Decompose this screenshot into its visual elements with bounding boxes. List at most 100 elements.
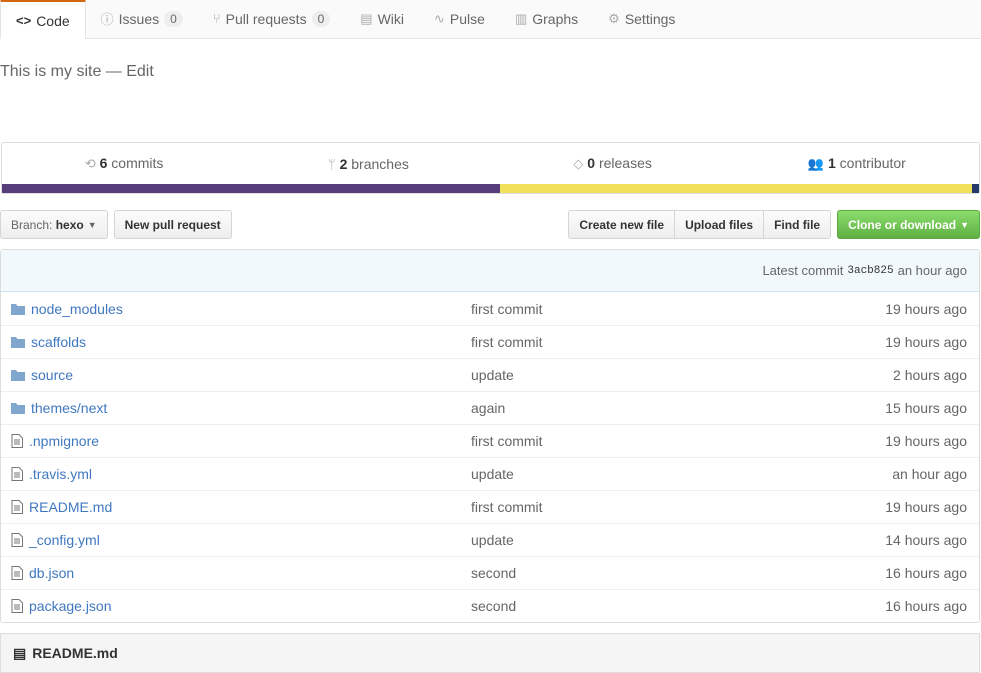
folder-icon	[11, 337, 25, 348]
branch-icon: ᛘ	[327, 156, 336, 172]
commit-message-link[interactable]: update	[471, 532, 514, 548]
commit-sha-link[interactable]: 3acb825	[847, 265, 893, 277]
file-row: db.json second 16 hours ago	[1, 556, 979, 589]
file-icon	[11, 566, 23, 580]
file-link[interactable]: db.json	[29, 565, 74, 581]
file-row: source update 2 hours ago	[1, 358, 979, 391]
tab-settings[interactable]: ⚙ Settings	[593, 0, 690, 38]
folder-icon	[11, 403, 25, 414]
commit-message-link[interactable]: first commit	[471, 433, 543, 449]
language-segment[interactable]	[500, 184, 973, 193]
stat-contributor[interactable]: 👥 1 contributor	[735, 155, 979, 172]
tab-wiki[interactable]: ▤ Wiki	[345, 0, 419, 38]
repo-nav: <> Code ⓘ Issues 0 ⑂ Pull requests 0 ▤ Wiki ∿ Pulse…	[0, 0, 981, 39]
tab-counter: 0	[164, 10, 183, 27]
commit-message-link[interactable]: first commit	[471, 301, 543, 317]
file-age: 14 hours ago	[885, 532, 967, 548]
people-icon: 👥	[807, 156, 825, 171]
file-age: 16 hours ago	[885, 598, 967, 614]
issue-icon: ⓘ	[100, 12, 114, 27]
commit-message-link[interactable]: second	[471, 598, 516, 614]
commit-message-link[interactable]: second	[471, 565, 516, 581]
file-link[interactable]: node_modules	[31, 301, 123, 317]
commit-age: an hour ago	[897, 263, 967, 278]
stat-label: releases	[595, 155, 652, 171]
code-icon: <>	[16, 13, 32, 28]
file-row: scaffolds first commit 19 hours ago	[1, 325, 979, 358]
commit-prefix: Latest commit	[762, 263, 844, 278]
repo-stats: ⟲ 6 commits ᛘ 2 branches ◇ 0 releases 👥 1 c…	[1, 142, 980, 194]
file-link[interactable]: .travis.yml	[29, 466, 92, 482]
book-icon: ▤	[360, 10, 373, 26]
file-link[interactable]: package.json	[29, 598, 112, 614]
commit-message-link[interactable]: again	[471, 400, 505, 416]
commit-message-link[interactable]: update	[471, 466, 514, 482]
readme-header: ▤ README.md	[0, 633, 980, 673]
tab-label: Settings	[624, 10, 676, 27]
caret-down-icon: ▼	[87, 219, 97, 230]
pull-request-icon: ⑂	[212, 11, 221, 26]
graph-icon: ▥	[514, 10, 528, 26]
find-file-button[interactable]: Find file	[763, 210, 832, 239]
tab-label: Wiki	[377, 10, 404, 27]
language-bar[interactable]	[2, 184, 979, 193]
create-new-file-button[interactable]: Create new file	[568, 210, 676, 239]
commit-message-link[interactable]: first commit	[471, 334, 543, 350]
commit-message-link[interactable]: first commit	[471, 499, 543, 515]
file-link[interactable]: themes/next	[31, 400, 107, 416]
file-link[interactable]: README.md	[29, 499, 112, 515]
clone-download-button[interactable]: Clone or download ▼	[837, 210, 980, 239]
file-icon	[11, 500, 23, 514]
file-age: 19 hours ago	[885, 300, 967, 317]
caret-down-icon: ▼	[960, 219, 969, 230]
file-icon	[11, 434, 23, 448]
stat-branches[interactable]: ᛘ 2 branches	[246, 156, 490, 172]
folder-icon	[11, 303, 25, 315]
file-icon	[11, 467, 23, 481]
file-link[interactable]: source	[31, 367, 73, 383]
stat-count: 0	[587, 155, 596, 171]
tab-code[interactable]: <> Code	[0, 0, 86, 39]
tab-graphs[interactable]: ▥ Graphs	[500, 0, 593, 38]
edit-description-link[interactable]: Edit	[126, 63, 154, 80]
folder-icon	[11, 370, 25, 381]
book-icon: ▤	[13, 644, 27, 661]
tab-pulse[interactable]: ∿ Pulse	[419, 0, 500, 38]
stat-commits[interactable]: ⟲ 6 commits	[2, 155, 246, 172]
file-row: themes/next again 15 hours ago	[1, 391, 979, 424]
file-row: .npmignore first commit 19 hours ago	[1, 424, 979, 457]
tab-label: Issues	[118, 10, 160, 27]
stat-releases[interactable]: ◇ 0 releases	[491, 155, 735, 172]
separator: —	[101, 63, 127, 80]
language-segment[interactable]	[972, 184, 979, 193]
gear-icon: ⚙	[608, 10, 620, 26]
stat-count: 1	[827, 155, 836, 171]
file-age: an hour ago	[892, 466, 967, 482]
commit-message-link[interactable]: update	[471, 367, 514, 383]
tab-pull-requests[interactable]: ⑂ Pull requests 0	[198, 0, 345, 38]
new-pull-request-button[interactable]: New pull request	[113, 210, 232, 239]
file-age: 19 hours ago	[885, 334, 967, 350]
branch-select[interactable]: Branch: hexo ▼	[0, 210, 108, 239]
pulse-icon: ∿	[434, 10, 445, 26]
file-link[interactable]: _config.yml	[29, 532, 100, 548]
tab-issues[interactable]: ⓘ Issues 0	[86, 0, 198, 38]
file-link[interactable]: scaffolds	[31, 334, 86, 350]
stat-label: contributor	[835, 155, 906, 171]
description-text: This is my site	[0, 63, 102, 80]
file-toolbar: Branch: hexo ▼ New pull request Create ne…	[0, 210, 980, 239]
file-row: .travis.yml update an hour ago	[1, 457, 979, 490]
stat-label: branches	[347, 155, 409, 172]
file-row: README.md first commit 19 hours ago	[1, 490, 979, 523]
readme-title: README.md	[32, 645, 118, 661]
file-row: node_modules first commit 19 hours ago	[1, 292, 979, 325]
file-age: 15 hours ago	[885, 400, 967, 416]
file-link[interactable]: .npmignore	[29, 433, 99, 449]
stat-label: commits	[107, 155, 164, 171]
upload-files-button[interactable]: Upload files	[674, 210, 765, 239]
language-segment[interactable]	[2, 184, 501, 193]
file-row: _config.yml update 14 hours ago	[1, 523, 979, 556]
history-icon: ⟲	[84, 156, 96, 171]
tab-label: Graphs	[532, 10, 579, 27]
branch-name: hexo	[55, 217, 84, 232]
